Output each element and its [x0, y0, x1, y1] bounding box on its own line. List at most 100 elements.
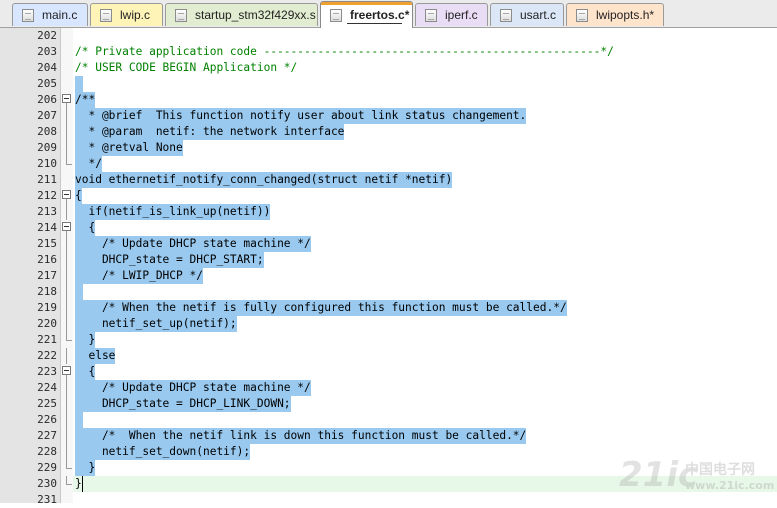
code-line[interactable]: 216 DHCP_state = DHCP_START; — [0, 252, 777, 268]
file-icon — [175, 8, 187, 22]
line-number: 217 — [37, 269, 57, 282]
code-text: /* When the netif is fully configured th… — [75, 300, 567, 316]
line-number: 219 — [37, 301, 57, 314]
code-line[interactable]: 209 * @retval None — [0, 140, 777, 156]
code-text: /* LWIP_DHCP */ — [75, 268, 203, 284]
tab-2[interactable]: lwip.c — [90, 3, 163, 26]
code-line[interactable]: 225 DHCP_state = DHCP_LINK_DOWN; — [0, 396, 777, 412]
line-number: 220 — [37, 317, 57, 330]
code-line[interactable]: 230} — [0, 476, 777, 492]
code-text: * @brief This function notify user about… — [75, 108, 527, 124]
tab-5[interactable]: iperf.c — [415, 3, 488, 26]
line-number: 222 — [37, 349, 57, 362]
fold-collapse-icon[interactable] — [62, 366, 71, 375]
code-line[interactable]: 220 netif_set_up(netif); — [0, 316, 777, 332]
line-number: 228 — [37, 445, 57, 458]
code-line[interactable]: 202 — [0, 28, 777, 44]
code-line[interactable]: 217 /* LWIP_DHCP */ — [0, 268, 777, 284]
code-line[interactable]: 221 } — [0, 332, 777, 348]
line-number: 227 — [37, 429, 57, 442]
fold-guide-line — [66, 140, 67, 156]
fold-end-marker — [66, 332, 72, 341]
file-icon — [500, 8, 512, 22]
code-line[interactable]: 214 { — [0, 220, 777, 236]
code-line[interactable]: 204 /* USER CODE BEGIN Application */ — [0, 60, 777, 76]
line-number: 203 — [37, 45, 57, 58]
line-number: 224 — [37, 381, 57, 394]
line-number: 216 — [37, 253, 57, 266]
line-number: 214 — [37, 221, 57, 234]
code-text: { — [75, 220, 96, 236]
code-text: } — [75, 476, 83, 492]
tab-label: freertos.c* — [350, 8, 410, 22]
code-line[interactable]: 205 — [0, 76, 777, 92]
code-line[interactable]: 203 /* Private application code ---------… — [0, 44, 777, 60]
line-number: 225 — [37, 397, 57, 410]
code-line[interactable]: 210 */ — [0, 156, 777, 172]
fold-guide-line — [66, 204, 67, 220]
code-line[interactable]: 206 /** — [0, 92, 777, 108]
fold-collapse-icon[interactable] — [62, 190, 71, 199]
line-number: 230 — [37, 477, 57, 490]
line-number: 206 — [37, 93, 57, 106]
fold-guide-line — [66, 108, 67, 124]
code-line[interactable]: 227 /* When the netif link is down this … — [0, 428, 777, 444]
tab-label: lwip.c — [120, 8, 151, 22]
code-line[interactable]: 212 { — [0, 188, 777, 204]
code-text: DHCP_state = DHCP_START; — [75, 252, 264, 268]
tab-3[interactable]: startup_stm32f429xx.s — [165, 3, 318, 26]
code-editor[interactable]: 202 203 /* Private application code ------… — [0, 28, 777, 506]
line-number: 211 — [37, 173, 57, 186]
code-text: else — [75, 348, 116, 364]
line-number: 210 — [37, 157, 57, 170]
code-line[interactable]: 228 netif_set_down(netif); — [0, 444, 777, 460]
line-number: 205 — [37, 77, 57, 90]
fold-guide-line — [66, 252, 67, 268]
fold-guide-line — [66, 380, 67, 396]
code-line[interactable]: 222 else — [0, 348, 777, 364]
tab-label: startup_stm32f429xx.s — [195, 8, 316, 22]
code-text: netif_set_down(netif); — [75, 444, 251, 460]
tab-6[interactable]: usart.c — [490, 3, 564, 26]
code-text: netif_set_up(netif); — [75, 316, 237, 332]
code-line[interactable]: 215 /* Update DHCP state machine */ — [0, 236, 777, 252]
code-text: } — [75, 332, 96, 348]
code-line[interactable]: 223 { — [0, 364, 777, 380]
code-text: * @param netif: the network interface — [75, 124, 345, 140]
tab-4-active[interactable]: freertos.c* — [320, 1, 413, 28]
code-line[interactable]: 218 — [0, 284, 777, 300]
tab-label: usart.c — [520, 8, 557, 22]
code-line[interactable]: 229 } — [0, 460, 777, 476]
code-text: { — [75, 188, 82, 204]
line-number: 208 — [37, 125, 57, 138]
code-line[interactable]: 231 — [0, 492, 777, 508]
tab-label: main.c — [42, 8, 78, 22]
file-icon — [22, 8, 34, 22]
tab-1[interactable]: main.c — [12, 3, 88, 26]
code-line[interactable]: 211 void ethernetif_notify_conn_changed(s… — [0, 172, 777, 188]
line-number: 209 — [37, 141, 57, 154]
code-line[interactable]: 208 * @param netif: the network interfac… — [0, 124, 777, 140]
code-line[interactable]: 226 — [0, 412, 777, 428]
line-number: 218 — [37, 285, 57, 298]
code-text: */ — [75, 156, 102, 172]
code-text: /* Update DHCP state machine */ — [75, 236, 311, 252]
tab-7[interactable]: lwipopts.h* — [566, 3, 664, 26]
code-line[interactable]: 219 /* When the netif is fully configure… — [0, 300, 777, 316]
code-text: /** — [75, 92, 96, 108]
code-line[interactable]: 207 * @brief This function notify user a… — [0, 108, 777, 124]
line-number: 202 — [37, 29, 57, 42]
fold-collapse-icon[interactable] — [62, 94, 71, 103]
line-number: 231 — [37, 493, 57, 506]
fold-collapse-icon[interactable] — [62, 222, 71, 231]
fold-end-marker — [66, 476, 72, 485]
line-number: 223 — [37, 365, 57, 378]
code-text: /* When the netif link is down this func… — [75, 428, 527, 444]
fold-guide-line — [66, 124, 67, 140]
code-line[interactable]: 213 if(netif_is_link_up(netif)) — [0, 204, 777, 220]
code-line[interactable]: 224 /* Update DHCP state machine */ — [0, 380, 777, 396]
code-text: /* Update DHCP state machine */ — [75, 380, 311, 396]
line-number: 213 — [37, 205, 57, 218]
fold-guide-line — [66, 300, 67, 316]
line-number: 212 — [37, 189, 57, 202]
